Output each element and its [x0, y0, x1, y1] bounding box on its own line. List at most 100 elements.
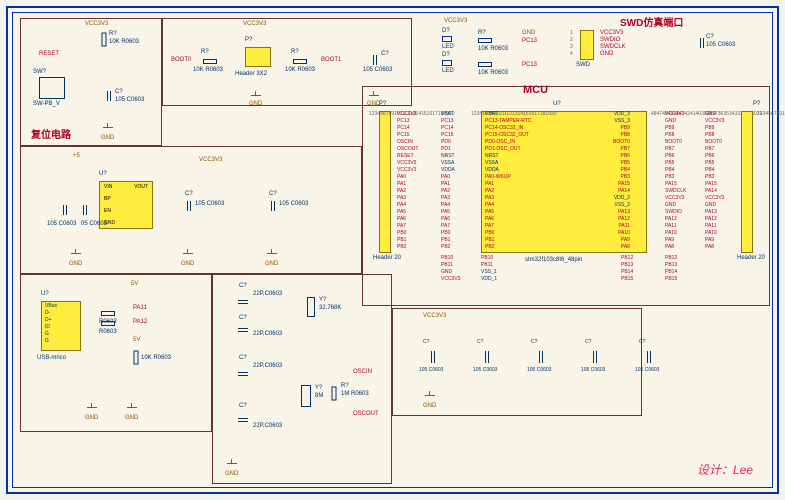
rail-3v3: VCC3V3 — [199, 157, 222, 163]
led2 — [442, 60, 452, 66]
swdc-ref: C? — [706, 34, 714, 40]
cin-val: 105 C0603 — [47, 221, 76, 227]
mcu-val: stm32f103c8t6_48pin — [525, 257, 582, 263]
reg-chip: VIN VOUT BP EN GND — [99, 181, 153, 229]
c-x1b — [238, 328, 248, 332]
d1-val: LED — [442, 44, 454, 50]
gnd — [267, 249, 277, 257]
boot0: BOOT0 — [171, 57, 191, 63]
gnd-symbol — [251, 91, 261, 99]
swd-title: SWD仿真端口 — [620, 14, 683, 29]
usb-pins: VBus D- D+ ID G G — [45, 303, 57, 345]
schematic-sheet: VCC3V3 R? 10K R0603 RESET SW? SW-PB_V C?… — [6, 6, 779, 494]
u-ref: U? — [99, 171, 107, 177]
bc-ref: C? — [381, 51, 389, 57]
cap — [107, 91, 111, 101]
swdc-val: 105 C0603 — [706, 42, 735, 48]
r2-val: 10K R0603 — [478, 70, 508, 76]
d1-ref: D? — [442, 28, 450, 34]
rail-vcc3v3: VCC3V3 — [444, 18, 467, 24]
hdr-ref: P? — [245, 37, 252, 43]
rl-val: 10K R0603 — [193, 67, 223, 73]
gnd — [71, 249, 81, 257]
gnd — [87, 403, 97, 411]
rail-5v: 5V — [131, 281, 138, 287]
rail-vcc3v3: VCC3V3 — [85, 21, 108, 27]
xtal2-r — [332, 387, 337, 401]
bc-val: 105 C0603 — [363, 67, 392, 73]
block-reset: VCC3V3 R? 10K R0603 RESET SW? SW-PB_V C?… — [20, 18, 162, 146]
c-x1a — [238, 300, 248, 304]
usb-r2 — [101, 321, 115, 326]
usb-val: USB-mrico — [37, 355, 66, 361]
c-val: 105 C0603 — [115, 97, 144, 103]
sw-val: SW-PB_V — [33, 101, 60, 107]
rail-5: +5 — [73, 153, 80, 159]
designer-label: 设计：Lee — [697, 461, 753, 478]
r-led2 — [478, 62, 492, 67]
resistor — [102, 33, 107, 47]
rail-vcc3v3: VCC3V3 — [243, 21, 266, 27]
r-ref: R? — [109, 31, 117, 37]
cout2-ref: C? — [269, 191, 277, 197]
gnd-symbol — [103, 123, 113, 131]
xtal1 — [307, 297, 315, 317]
rl-ref: R? — [201, 49, 209, 55]
mcu-left-names: VBATPC13-TAMPER-RTCPC14-OSC32_INPC15-OSC… — [485, 111, 532, 251]
swd-header — [580, 30, 594, 60]
decap-row: C?105 C0603C?105 C0603C?105 C0603C?105 C… — [423, 343, 667, 383]
swd-nets: VCC3V3 SWDIO SWDCLK GND — [600, 30, 626, 58]
block-reg: +5 VCC3V3 VIN VOUT BP EN GND U? 105 C060… — [20, 146, 362, 274]
hdr-right — [741, 111, 753, 253]
reset-title: 复位电路 — [31, 126, 71, 141]
c-x2b — [238, 418, 248, 422]
usb-ref: U? — [41, 291, 49, 297]
block-leds: VCC3V3 D? LED R? 10K R0603 GND PC13 D? L… — [412, 18, 566, 88]
d2-val: LED — [442, 68, 454, 74]
hdr-val: Header 3X2 — [235, 71, 267, 77]
gnd: GND — [249, 101, 262, 107]
cbp — [83, 205, 87, 215]
r1-ref: R? — [478, 30, 486, 36]
c-x2a — [238, 372, 248, 376]
r1-val: 10K R0603 — [478, 46, 508, 52]
block-decap: VCC3V3 C?105 C0603C?105 C0603C?105 C0603… — [392, 308, 642, 416]
gnd — [425, 391, 435, 399]
swd-cap — [700, 38, 704, 48]
cout2 — [271, 201, 275, 211]
cout-val: 105 C0603 — [195, 201, 224, 207]
net-pc13: PC13 — [522, 38, 537, 44]
xtal2 — [301, 385, 311, 407]
hdrL-nets: VCC3V3PC13PC14PC15OSCINOSCOUTRESETVCC3V3… — [397, 111, 418, 251]
cout — [187, 201, 191, 211]
mcu-title: MCU — [523, 84, 548, 96]
gnd — [127, 403, 137, 411]
net-reset: RESET — [39, 51, 59, 57]
c-ref: C? — [115, 89, 123, 95]
usb-r3 — [134, 351, 139, 365]
cout-ref: C? — [185, 191, 193, 197]
boot-cap — [373, 55, 377, 65]
r-led1 — [478, 38, 492, 43]
left-inner-a: VBATPC13PC14PC15PD0PD1NRSTVSSAVDDAPA0PA1… — [441, 111, 455, 251]
boot1: BOOT1 — [321, 57, 341, 63]
rr-val: 10K R0603 — [285, 67, 315, 73]
cin — [63, 205, 67, 215]
switch-body — [39, 77, 65, 99]
block-mcu: MCU P? 1234567891011121314151617181920 V… — [362, 86, 770, 306]
gnd: GND — [522, 30, 535, 36]
cbp-val: 05 C0603 — [81, 221, 107, 227]
block-swd: SWD仿真端口 12 34 VCC3V3 SWDIO SWDCLK GND SW… — [566, 18, 766, 76]
cout2-val: 105 C0603 — [279, 201, 308, 207]
usb-r1 — [101, 311, 115, 316]
hdrR-nets: GNDVCC3V3PB9PB8BOOT0PB7PB6PB5PB4PB3PA15P… — [705, 111, 724, 251]
net-pc13b: PC13 — [522, 62, 537, 68]
swd-pins: 12 34 — [570, 30, 573, 58]
right-inner: VCC3V3GNDPB9PB8BOOT0PB7PB6PB5PB4PB3PA15S… — [665, 111, 686, 251]
mcu-right-names: VDD_3VSS_3PB9PB8BOOT0PB7PB6PB5PB4PB3PA15… — [613, 111, 630, 251]
gnd-label: GND — [101, 135, 114, 141]
block-usb: 5V U? VBus D- D+ ID G G USB-mrico PA11 R… — [20, 274, 212, 432]
sw-ref: SW? — [33, 69, 46, 75]
gnd — [227, 459, 237, 467]
hdr-left — [379, 111, 391, 253]
